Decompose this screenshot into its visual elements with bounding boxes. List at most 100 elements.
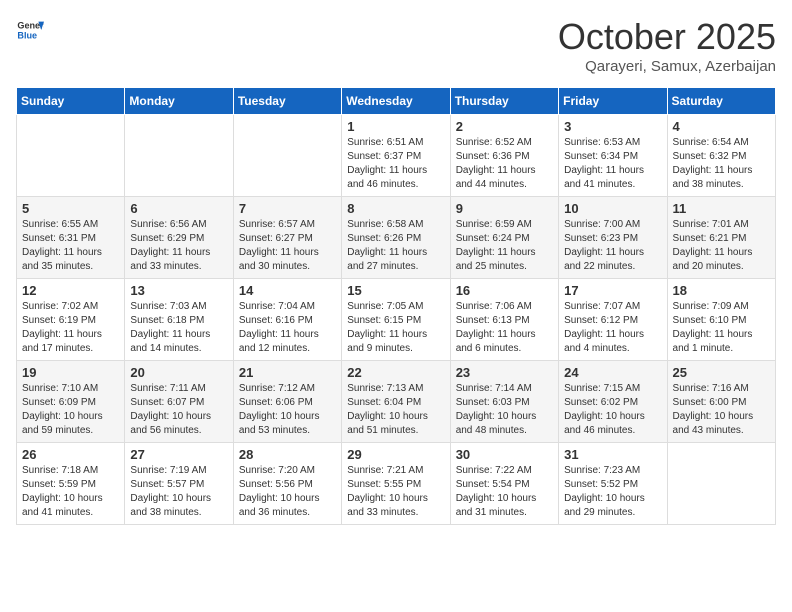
calendar-cell	[125, 115, 233, 197]
day-number: 23	[456, 365, 553, 380]
logo: General Blue	[16, 16, 44, 44]
day-number: 30	[456, 447, 553, 462]
calendar-week-row: 5Sunrise: 6:55 AM Sunset: 6:31 PM Daylig…	[17, 197, 776, 279]
day-info: Sunrise: 7:10 AM Sunset: 6:09 PM Dayligh…	[22, 382, 119, 438]
day-info: Sunrise: 6:59 AM Sunset: 6:24 PM Dayligh…	[456, 218, 553, 274]
calendar-cell: 9Sunrise: 6:59 AM Sunset: 6:24 PM Daylig…	[450, 197, 558, 279]
day-info: Sunrise: 7:19 AM Sunset: 5:57 PM Dayligh…	[130, 464, 227, 520]
calendar-cell: 25 Sunrise: 7:16 AM Sunset: 6:00 PM Dayli…	[667, 361, 775, 443]
calendar-cell: 1 Sunrise: 6:51 AM Sunset: 6:37 PM Daylig…	[342, 115, 450, 197]
calendar-week-row: 26 Sunrise: 7:18 AM Sunset: 5:59 PM Dayli…	[17, 443, 776, 525]
day-info: Sunrise: 7:13 AM Sunset: 6:04 PM Dayligh…	[347, 382, 444, 438]
calendar-cell: 19 Sunrise: 7:10 AM Sunset: 6:09 PM Dayli…	[17, 361, 125, 443]
day-info: Sunrise: 7:15 AM Sunset: 6:02 PM Dayligh…	[564, 382, 661, 438]
day-number: 18	[673, 283, 770, 298]
calendar-cell: 28 Sunrise: 7:20 AM Sunset: 5:56 PM Dayli…	[233, 443, 341, 525]
calendar-cell: 14 Sunrise: 7:04 AM Sunset: 6:16 PM Dayli…	[233, 279, 341, 361]
calendar-cell: 2Sunrise: 6:52 AM Sunset: 6:36 PM Daylig…	[450, 115, 558, 197]
day-number: 24	[564, 365, 661, 380]
day-info: Sunrise: 7:18 AM Sunset: 5:59 PM Dayligh…	[22, 464, 119, 520]
day-info: Sunrise: 7:01 AM Sunset: 6:21 PM Dayligh…	[673, 218, 770, 274]
day-info: Sunrise: 7:20 AM Sunset: 5:56 PM Dayligh…	[239, 464, 336, 520]
day-info: Sunrise: 7:14 AM Sunset: 6:03 PM Dayligh…	[456, 382, 553, 438]
calendar-cell: 26 Sunrise: 7:18 AM Sunset: 5:59 PM Dayli…	[17, 443, 125, 525]
calendar-cell	[667, 443, 775, 525]
day-number: 13	[130, 283, 227, 298]
day-of-week-header: Tuesday	[233, 88, 341, 115]
day-info: Sunrise: 6:54 AM Sunset: 6:32 PM Dayligh…	[673, 136, 770, 192]
calendar-header-row: SundayMondayTuesdayWednesdayThursdayFrid…	[17, 88, 776, 115]
day-number: 14	[239, 283, 336, 298]
calendar-cell: 5Sunrise: 6:55 AM Sunset: 6:31 PM Daylig…	[17, 197, 125, 279]
calendar-cell: 30 Sunrise: 7:22 AM Sunset: 5:54 PM Dayli…	[450, 443, 558, 525]
day-info: Sunrise: 7:04 AM Sunset: 6:16 PM Dayligh…	[239, 300, 336, 356]
calendar-cell	[17, 115, 125, 197]
day-info: Sunrise: 6:52 AM Sunset: 6:36 PM Dayligh…	[456, 136, 553, 192]
calendar-cell: 16 Sunrise: 7:06 AM Sunset: 6:13 PM Dayli…	[450, 279, 558, 361]
day-of-week-header: Friday	[559, 88, 667, 115]
day-of-week-header: Monday	[125, 88, 233, 115]
day-number: 4	[673, 119, 770, 134]
day-info: Sunrise: 7:09 AM Sunset: 6:10 PM Dayligh…	[673, 300, 770, 356]
page-header: General Blue October 2025 Qarayeri, Samu…	[16, 16, 776, 75]
location: Qarayeri, Samux, Azerbaijan	[558, 58, 776, 75]
day-number: 5	[22, 201, 119, 216]
day-number: 28	[239, 447, 336, 462]
day-number: 25	[673, 365, 770, 380]
day-info: Sunrise: 7:03 AM Sunset: 6:18 PM Dayligh…	[130, 300, 227, 356]
day-number: 17	[564, 283, 661, 298]
calendar-cell: 8 Sunrise: 6:58 AM Sunset: 6:26 PM Daylig…	[342, 197, 450, 279]
day-number: 29	[347, 447, 444, 462]
calendar-cell: 15Sunrise: 7:05 AM Sunset: 6:15 PM Dayli…	[342, 279, 450, 361]
day-number: 20	[130, 365, 227, 380]
calendar-cell: 27 Sunrise: 7:19 AM Sunset: 5:57 PM Dayli…	[125, 443, 233, 525]
calendar-cell: 24 Sunrise: 7:15 AM Sunset: 6:02 PM Dayli…	[559, 361, 667, 443]
day-number: 21	[239, 365, 336, 380]
day-info: Sunrise: 7:16 AM Sunset: 6:00 PM Dayligh…	[673, 382, 770, 438]
calendar-cell: 21 Sunrise: 7:12 AM Sunset: 6:06 PM Dayli…	[233, 361, 341, 443]
calendar-week-row: 19 Sunrise: 7:10 AM Sunset: 6:09 PM Dayli…	[17, 361, 776, 443]
day-info: Sunrise: 7:05 AM Sunset: 6:15 PM Dayligh…	[347, 300, 444, 356]
day-number: 16	[456, 283, 553, 298]
day-number: 19	[22, 365, 119, 380]
day-number: 12	[22, 283, 119, 298]
day-of-week-header: Wednesday	[342, 88, 450, 115]
day-number: 6	[130, 201, 227, 216]
calendar-cell: 18 Sunrise: 7:09 AM Sunset: 6:10 PM Dayli…	[667, 279, 775, 361]
day-info: Sunrise: 6:51 AM Sunset: 6:37 PM Dayligh…	[347, 136, 444, 192]
day-info: Sunrise: 6:57 AM Sunset: 6:27 PM Dayligh…	[239, 218, 336, 274]
calendar-cell: 29 Sunrise: 7:21 AM Sunset: 5:55 PM Dayli…	[342, 443, 450, 525]
day-number: 27	[130, 447, 227, 462]
day-info: Sunrise: 7:06 AM Sunset: 6:13 PM Dayligh…	[456, 300, 553, 356]
svg-text:Blue: Blue	[17, 30, 37, 40]
title-block: October 2025 Qarayeri, Samux, Azerbaijan	[558, 16, 776, 75]
day-number: 3	[564, 119, 661, 134]
day-number: 26	[22, 447, 119, 462]
day-info: Sunrise: 6:56 AM Sunset: 6:29 PM Dayligh…	[130, 218, 227, 274]
calendar-cell: 4 Sunrise: 6:54 AM Sunset: 6:32 PM Daylig…	[667, 115, 775, 197]
day-info: Sunrise: 7:23 AM Sunset: 5:52 PM Dayligh…	[564, 464, 661, 520]
day-number: 1	[347, 119, 444, 134]
calendar-cell: 10Sunrise: 7:00 AM Sunset: 6:23 PM Dayli…	[559, 197, 667, 279]
calendar-cell: 13 Sunrise: 7:03 AM Sunset: 6:18 PM Dayli…	[125, 279, 233, 361]
day-number: 8	[347, 201, 444, 216]
day-info: Sunrise: 7:21 AM Sunset: 5:55 PM Dayligh…	[347, 464, 444, 520]
day-of-week-header: Saturday	[667, 88, 775, 115]
day-info: Sunrise: 7:00 AM Sunset: 6:23 PM Dayligh…	[564, 218, 661, 274]
day-info: Sunrise: 6:58 AM Sunset: 6:26 PM Dayligh…	[347, 218, 444, 274]
day-of-week-header: Sunday	[17, 88, 125, 115]
day-info: Sunrise: 7:22 AM Sunset: 5:54 PM Dayligh…	[456, 464, 553, 520]
day-number: 7	[239, 201, 336, 216]
calendar-cell: 6 Sunrise: 6:56 AM Sunset: 6:29 PM Daylig…	[125, 197, 233, 279]
day-number: 22	[347, 365, 444, 380]
day-info: Sunrise: 6:53 AM Sunset: 6:34 PM Dayligh…	[564, 136, 661, 192]
calendar-cell: 31Sunrise: 7:23 AM Sunset: 5:52 PM Dayli…	[559, 443, 667, 525]
day-info: Sunrise: 7:07 AM Sunset: 6:12 PM Dayligh…	[564, 300, 661, 356]
day-info: Sunrise: 7:11 AM Sunset: 6:07 PM Dayligh…	[130, 382, 227, 438]
calendar-cell: 22 Sunrise: 7:13 AM Sunset: 6:04 PM Dayli…	[342, 361, 450, 443]
calendar-week-row: 1 Sunrise: 6:51 AM Sunset: 6:37 PM Daylig…	[17, 115, 776, 197]
calendar-cell: 12Sunrise: 7:02 AM Sunset: 6:19 PM Dayli…	[17, 279, 125, 361]
day-info: Sunrise: 7:12 AM Sunset: 6:06 PM Dayligh…	[239, 382, 336, 438]
calendar-table: SundayMondayTuesdayWednesdayThursdayFrid…	[16, 87, 776, 525]
logo-icon: General Blue	[16, 16, 44, 44]
